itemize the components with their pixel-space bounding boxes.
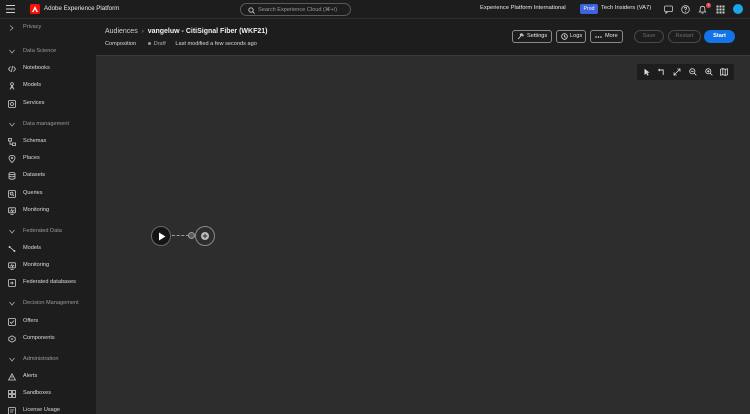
history-clock-icon	[561, 33, 568, 40]
sidebar-item-federated-databases[interactable]: Federated databases	[0, 276, 96, 290]
sidebar-item-queries[interactable]: Queries	[0, 187, 96, 201]
start-button[interactable]: Start	[704, 30, 735, 43]
status-dot-icon	[147, 42, 151, 46]
sidebar-section-federated-data[interactable]: Federated Data	[0, 225, 96, 239]
sidebar-item-notebooks[interactable]: Notebooks	[0, 62, 96, 76]
monitoring-icon	[8, 262, 16, 270]
schema-icon	[8, 138, 16, 146]
model-icon	[8, 82, 16, 90]
federated-database-icon	[8, 279, 16, 287]
search-icon	[248, 7, 255, 14]
sidebar-section-privacy[interactable]: Privacy	[0, 21, 96, 35]
start-node[interactable]	[151, 226, 171, 246]
zoom-in-icon[interactable]	[705, 68, 713, 76]
sidebar-item-models[interactable]: Models	[0, 79, 96, 93]
global-search[interactable]	[240, 3, 351, 16]
breadcrumb-chevron-icon: ›	[141, 29, 144, 35]
database-icon	[8, 172, 16, 180]
composition-header: Audiences › vangeluw - CitiSignal Fiber (W…	[96, 19, 750, 55]
chevron-right-icon	[9, 25, 14, 31]
composition-canvas[interactable]	[96, 55, 750, 414]
fit-to-screen-icon[interactable]	[673, 68, 681, 76]
page-title: vangeluw - CitiSignal Fiber (WKF21)	[147, 28, 268, 35]
global-header: Adobe Experience Platform Experience Pla…	[0, 0, 750, 19]
last-modified-text: Last modified a few seconds ago	[175, 41, 257, 47]
search-input[interactable]	[258, 5, 348, 15]
sandboxes-icon	[8, 390, 16, 398]
user-avatar[interactable]	[733, 4, 743, 14]
sidebar-section-data-science[interactable]: Data Science	[0, 45, 96, 59]
sidebar-item-components[interactable]: Components	[0, 332, 96, 346]
more-ellipsis-icon	[595, 35, 602, 38]
more-button[interactable]: More	[590, 30, 623, 43]
sidebar-item-alerts[interactable]: Alerts	[0, 370, 96, 384]
query-icon	[8, 190, 16, 198]
monitoring-icon	[8, 207, 16, 215]
chevron-down-icon	[9, 301, 15, 306]
location-pin-icon	[8, 155, 16, 163]
sidebar-section-data-management[interactable]: Data management	[0, 118, 96, 132]
app-title[interactable]: Adobe Experience Platform	[44, 5, 119, 12]
sidebar-item-datasets[interactable]: Datasets	[0, 169, 96, 183]
sidebar-item-monitoring[interactable]: Monitoring	[0, 204, 96, 218]
undo-icon[interactable]	[657, 68, 665, 76]
minimap-icon[interactable]	[720, 68, 728, 76]
select-arrow-icon[interactable]	[643, 68, 651, 76]
notification-count-badge: 7	[706, 3, 711, 8]
wrench-icon	[517, 33, 524, 40]
adobe-logo-icon[interactable]	[30, 4, 40, 14]
left-navigation: Privacy Data Science Notebooks Models Se…	[0, 19, 96, 414]
feedback-icon[interactable]	[664, 5, 673, 14]
composition-type-label: Composition	[105, 41, 137, 47]
sidebar-item-offers[interactable]: Offers	[0, 315, 96, 329]
offers-icon	[8, 318, 16, 326]
app-switcher-grid-icon[interactable]	[716, 5, 725, 14]
services-icon	[8, 100, 16, 108]
zoom-out-icon[interactable]	[689, 68, 697, 76]
license-icon	[8, 407, 16, 414]
sidebar-section-administration[interactable]: Administration	[0, 353, 96, 367]
chevron-down-icon	[9, 229, 15, 234]
composition-meta: Composition Draft Last modified a few se…	[105, 41, 257, 47]
save-button[interactable]: Save	[634, 30, 664, 43]
sidebar-item-schemas[interactable]: Schemas	[0, 135, 96, 149]
alert-icon	[8, 373, 16, 381]
logs-button[interactable]: Logs	[556, 30, 586, 43]
restart-button[interactable]: Restart	[668, 30, 701, 43]
status-text: Draft	[153, 41, 166, 47]
sidebar-item-places[interactable]: Places	[0, 152, 96, 166]
sidebar-item-federated-monitoring[interactable]: Monitoring	[0, 259, 96, 273]
canvas-toolbar	[637, 64, 734, 80]
sidebar-item-federated-models[interactable]: Models	[0, 242, 96, 256]
hamburger-menu-icon[interactable]	[6, 5, 15, 13]
breadcrumb-audiences-link[interactable]: Audiences	[105, 28, 138, 35]
sandbox-switcher[interactable]: Tech Insiders (VA7)	[601, 5, 651, 11]
add-activity-node[interactable]	[195, 226, 215, 246]
sidebar-item-sandboxes[interactable]: Sandboxes	[0, 387, 96, 401]
chevron-down-icon	[9, 49, 15, 54]
sidebar-section-decision-management[interactable]: Decision Management	[0, 297, 96, 311]
settings-button[interactable]: Settings	[512, 30, 552, 43]
chevron-down-icon	[9, 122, 15, 127]
sidebar-item-services[interactable]: Services	[0, 97, 96, 111]
help-icon[interactable]	[681, 5, 690, 14]
chevron-down-icon	[9, 357, 15, 362]
add-plus-icon	[201, 232, 209, 240]
federated-model-icon	[8, 245, 16, 253]
play-icon	[159, 232, 166, 241]
sidebar-item-license-usage[interactable]: License Usage	[0, 404, 96, 414]
node-connector-line	[172, 235, 189, 236]
status-badge: Draft	[147, 41, 166, 47]
environment-badge: Prod	[580, 4, 598, 14]
connector-handle[interactable]	[188, 232, 195, 239]
breadcrumb: Audiences › vangeluw - CitiSignal Fiber (W…	[105, 28, 268, 35]
components-icon	[8, 335, 16, 343]
org-switcher[interactable]: Experience Platform International	[480, 5, 566, 11]
code-icon	[8, 65, 16, 73]
